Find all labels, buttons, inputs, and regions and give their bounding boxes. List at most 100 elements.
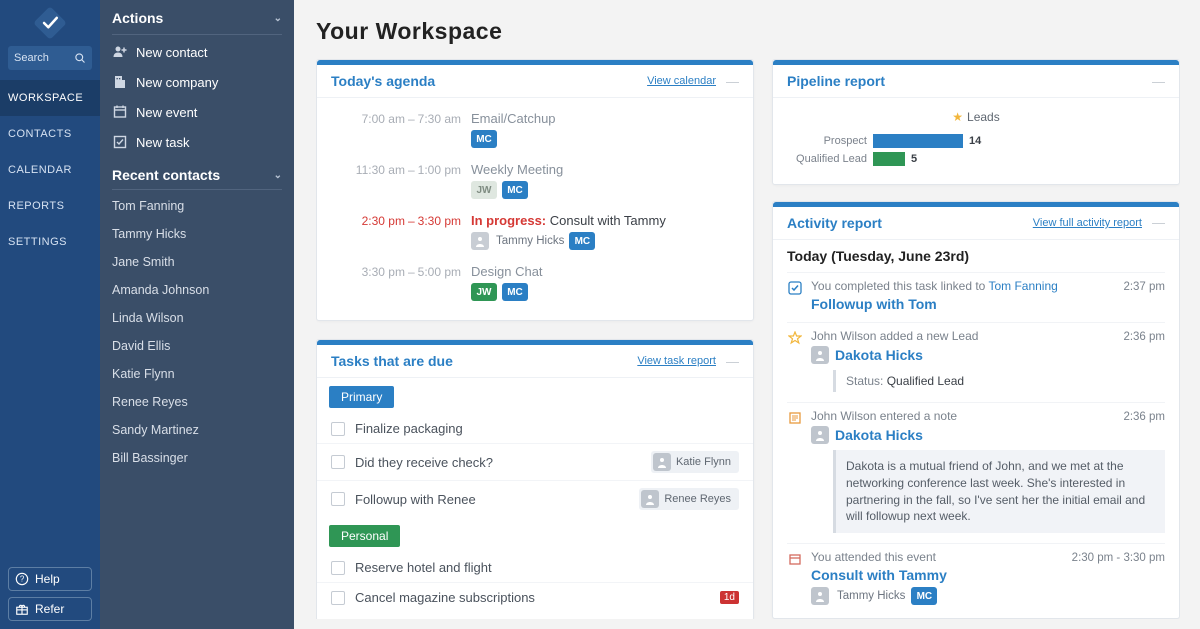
task-checkbox[interactable] [331,591,345,605]
avatar-icon [653,453,671,471]
avatar-icon [641,490,659,508]
attendee-name: Tammy Hicks [496,235,564,247]
activity-time: 2:36 pm [1123,331,1165,343]
activity-time: 2:30 pm - 3:30 pm [1072,552,1165,564]
recent-contact[interactable]: Linda Wilson [100,304,294,332]
activity-contact-link[interactable]: Tom Fanning [988,279,1057,293]
recent-contact[interactable]: Sandy Martinez [100,416,294,444]
pipeline-row[interactable]: Qualified Lead 5 [787,152,1165,166]
assignee-name: Katie Flynn [676,456,731,468]
pipeline-leads-label: Leads [967,110,1000,124]
collapse-icon[interactable]: — [1152,74,1165,89]
new-contact-action[interactable]: New contact [100,37,294,67]
task-row[interactable]: Followup with Renee Renee Reyes [317,480,753,517]
chevron-down-icon: ⌄ [274,13,282,24]
agenda-row[interactable]: 11:30 am–1:00 pm Weekly Meeting JWMC [331,155,739,206]
pipeline-bar [873,134,963,148]
action-label: New contact [136,45,208,60]
task-row[interactable]: Reserve hotel and flight [317,553,753,582]
task-group-personal[interactable]: Personal [329,525,400,547]
main-content: Your Workspace Today's agenda View calen… [294,0,1200,629]
attendee-badge-jw: JW [471,283,497,301]
pipeline-title: Pipeline report [787,73,885,89]
activity-line: John Wilson added a new Lead [811,329,978,343]
recent-contact[interactable]: Katie Flynn [100,360,294,388]
recent-contact[interactable]: Jane Smith [100,248,294,276]
note-icon [787,409,803,533]
new-task-action[interactable]: New task [100,127,294,157]
task-checkbox[interactable] [331,561,345,575]
attendee-badge-mc: MC [502,181,528,199]
recent-contact[interactable]: Amanda Johnson [100,276,294,304]
agenda-row-inprogress[interactable]: 2:30 pm–3:30 pm In progress: Consult wit… [331,206,739,257]
new-event-action[interactable]: New event [100,97,294,127]
recent-contact[interactable]: David Ellis [100,332,294,360]
task-name: Finalize packaging [355,421,739,436]
pipeline-value: 5 [911,153,917,165]
task-assignee[interactable]: Katie Flynn [651,451,739,473]
pipeline-value: 14 [969,135,981,147]
recent-contacts-header[interactable]: Recent contacts ⌄ [100,157,294,189]
activity-time: 2:36 pm [1123,411,1165,423]
help-button[interactable]: ? Help [8,567,92,591]
pipeline-bar [873,152,905,166]
recent-contact[interactable]: Tammy Hicks [100,220,294,248]
calendar-icon [787,550,803,605]
app-logo [0,0,100,46]
activity-title-link[interactable]: Consult with Tammy [811,567,947,583]
pipeline-row-label: Prospect [787,135,867,147]
nav-items: WORKSPACE CONTACTS CALENDAR REPORTS SETT… [0,80,100,260]
nav-item-calendar[interactable]: CALENDAR [0,152,100,188]
recent-contact[interactable]: Tom Fanning [100,192,294,220]
task-row[interactable]: Cancel magazine subscriptions 1d [317,582,753,612]
gift-icon [15,602,29,616]
task-row[interactable]: Did they receive check? Katie Flynn [317,443,753,480]
view-calendar-link[interactable]: View calendar [647,75,716,87]
activity-title-link[interactable]: Followup with Tom [811,296,937,312]
task-checkbox[interactable] [331,492,345,506]
star-icon: ★ [952,110,963,124]
nav-item-reports[interactable]: REPORTS [0,188,100,224]
attendee-badge-mc: MC [911,587,937,605]
tasks-title: Tasks that are due [331,353,453,369]
action-label: New task [136,135,189,150]
nav-item-contacts[interactable]: CONTACTS [0,116,100,152]
task-checkbox[interactable] [331,422,345,436]
nav-item-settings[interactable]: SETTINGS [0,224,100,260]
recent-contact[interactable]: Bill Bassinger [100,444,294,472]
agenda-event-title: Design Chat [471,264,739,279]
view-activity-link[interactable]: View full activity report [1033,217,1142,229]
search-icon [74,52,86,64]
activity-title-link[interactable]: Dakota Hicks [835,427,923,443]
recent-contact[interactable]: Renee Reyes [100,388,294,416]
agenda-row[interactable]: 7:00 am–7:30 am Email/Catchup MC [331,104,739,155]
refer-button[interactable]: Refer [8,597,92,621]
search-input[interactable] [14,52,74,64]
collapse-icon[interactable]: — [726,74,739,89]
activity-item: You attended this event 2:30 pm - 3:30 p… [787,543,1165,615]
view-task-report-link[interactable]: View task report [637,355,716,367]
collapse-icon[interactable]: — [1152,215,1165,230]
agenda-row[interactable]: 3:30 pm–5:00 pm Design Chat JWMC [331,257,739,308]
search-box[interactable] [8,46,92,70]
activity-item: John Wilson added a new Lead 2:36 pm Dak… [787,322,1165,402]
nav-item-workspace[interactable]: WORKSPACE [0,80,100,116]
pipeline-body: ★ Leads Prospect 14 Qualified Lead 5 [773,98,1179,184]
task-group-primary[interactable]: Primary [329,386,394,408]
collapse-icon[interactable]: — [726,354,739,369]
activity-title-link[interactable]: Dakota Hicks [835,347,923,363]
task-checkbox[interactable] [331,455,345,469]
task-name: Reserve hotel and flight [355,560,739,575]
actions-header[interactable]: Actions ⌄ [100,0,294,34]
check-icon [787,279,803,312]
pipeline-row[interactable]: Prospect 14 [787,134,1165,148]
new-company-action[interactable]: New company [100,67,294,97]
agenda-event-title: Weekly Meeting [471,162,739,177]
task-assignee[interactable]: Renee Reyes [639,488,739,510]
primary-nav: WORKSPACE CONTACTS CALENDAR REPORTS SETT… [0,0,100,629]
avatar-icon [811,426,829,444]
task-row[interactable]: Finalize packaging [317,414,753,443]
refer-label: Refer [35,602,64,616]
svg-text:?: ? [20,575,25,584]
activity-body: Today (Tuesday, June 23rd) You completed… [773,240,1179,618]
